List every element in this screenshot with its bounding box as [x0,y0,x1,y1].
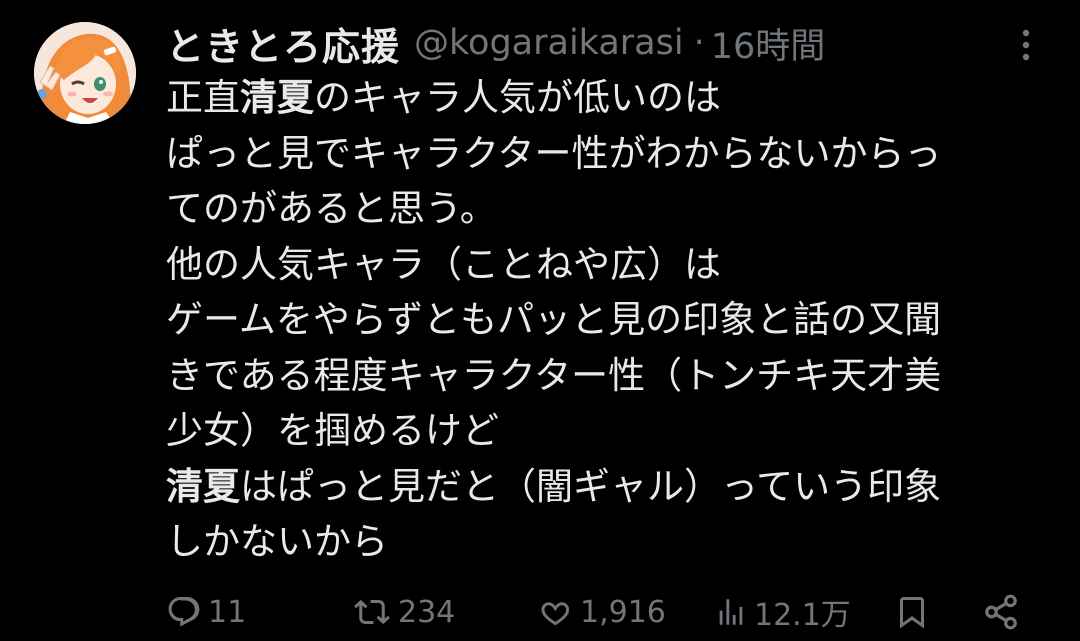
reply-icon [168,597,200,627]
reply-button[interactable]: 11 [166,588,246,636]
like-button[interactable]: 1,916 [536,588,666,636]
tweet-text: 正直清夏のキャラ人気が低いのは ぱっと見でキャラクター性がわからないからっ ての… [166,70,1056,570]
tweet-line: 清夏はぱっと見だと（闇ギャル）っていう印象 [166,464,942,508]
retweet-button[interactable]: 234 [352,588,455,636]
retweet-count: 234 [398,594,456,630]
user-handle[interactable]: @kogaraikarasi [414,23,684,63]
bookmark-icon [900,597,924,629]
bookmark-button[interactable] [894,588,930,636]
more-options-button[interactable] [1014,24,1038,66]
like-count: 1,916 [580,594,666,630]
tweet-action-bar: 11 234 1,916 12.1万 [166,588,1036,636]
views-count: 12.1万 [754,598,851,633]
tweet-line: てのがあると思う。 [166,187,497,230]
avatar-image [34,22,136,124]
avatar[interactable] [34,22,136,124]
views-button[interactable]: 12.1万 [714,588,851,636]
tweet-line: ぱっと見でキャラクター性がわからないからっ [166,131,942,175]
views-icon [719,599,743,625]
share-icon [985,594,1017,630]
tweet-line: きである程度キャラクター性（トンチキ天才美 [166,353,942,397]
separator-dot: · [693,23,705,63]
tweet-line: ゲームをやらずともパッと見の印象と話の又聞 [166,298,942,341]
retweet-icon [354,599,390,625]
tweet-line: 正直清夏のキャラ人気が低いのは [166,76,721,119]
tweet-line: しかないから [166,520,388,563]
more-vertical-icon [1022,29,1030,61]
tweet-line: 少女）を掴めるけど [166,409,499,452]
tweet-line: 他の人気キャラ（ことねや広）は [166,242,721,286]
timestamp[interactable]: 16時間 [711,18,826,69]
share-button[interactable] [982,588,1020,636]
heart-icon [541,602,570,626]
display-name[interactable]: ときとろ応援 [166,16,400,71]
reply-count: 11 [208,594,247,630]
tweet-header: ときとろ応援 @kogaraikarasi · 16時間 [166,16,826,71]
